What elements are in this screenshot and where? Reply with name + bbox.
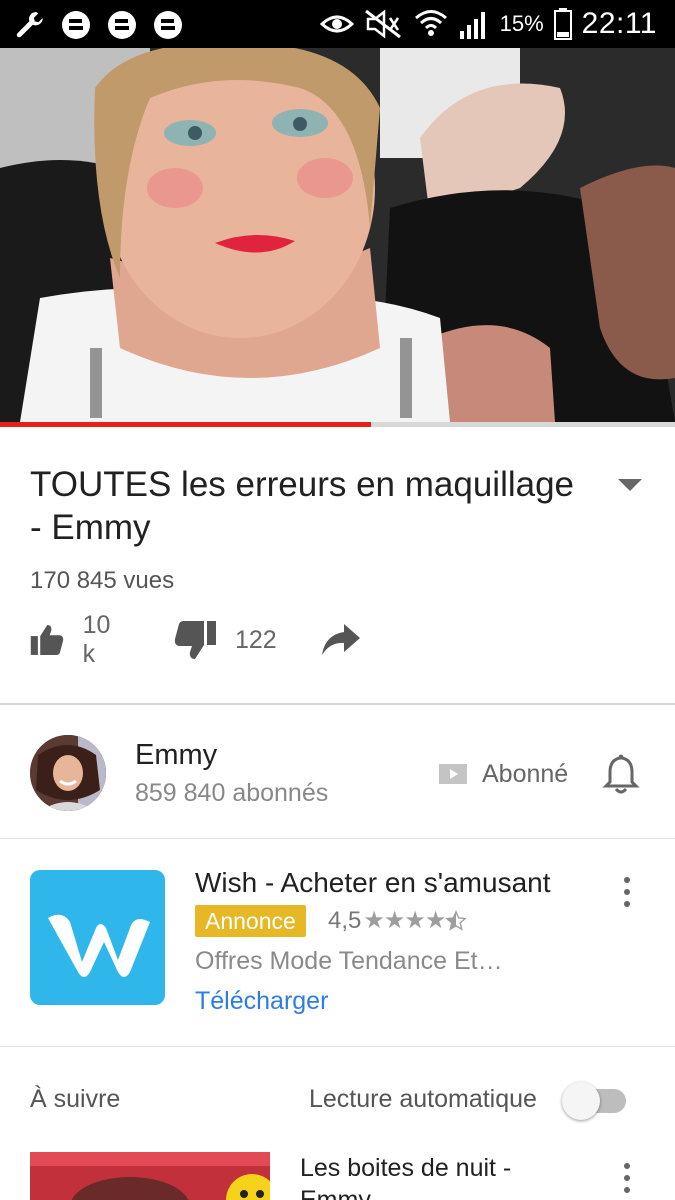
battery-icon	[553, 8, 572, 40]
thumbnail-image	[30, 1152, 270, 1200]
notification-icons	[14, 9, 184, 41]
signal-icon	[459, 12, 485, 39]
next-video-title[interactable]: Les boites de nuit - Emmy	[300, 1152, 560, 1200]
status-bar: 15% 22:11	[0, 0, 675, 48]
autoplay-label: Lecture automatique	[309, 1085, 537, 1113]
messenger-icon	[154, 11, 182, 39]
thumbs-up-icon	[30, 625, 64, 655]
messenger-icon	[62, 11, 90, 39]
system-icons: 15% 22:11	[319, 6, 657, 42]
mute-icon	[364, 9, 401, 39]
wifi-icon	[414, 10, 447, 36]
view-count: 170 845 vues	[30, 567, 175, 594]
messenger-icon	[108, 11, 136, 39]
divider	[0, 838, 675, 839]
channel-avatar[interactable]	[30, 735, 106, 811]
ad-rating: 4,5 ★★★★	[328, 905, 468, 937]
subscribe-label: Abonné	[482, 759, 569, 788]
autoplay-toggle-knob	[562, 1082, 600, 1120]
dislike-button[interactable]: 122	[173, 614, 277, 666]
ad-description: Offres Mode Tendance Et…	[195, 947, 503, 975]
share-icon	[322, 624, 360, 655]
battery-percent: 15%	[499, 11, 544, 36]
wrench-icon	[16, 12, 43, 38]
avatar-image	[30, 735, 106, 811]
autoplay-toggle[interactable]	[562, 1082, 628, 1120]
ad-menu-button[interactable]	[617, 872, 637, 912]
playback-progress[interactable]	[0, 422, 675, 427]
channel-name[interactable]: Emmy	[135, 739, 217, 772]
divider	[0, 703, 675, 705]
like-button[interactable]: 10 k	[30, 611, 120, 668]
subscriber-count: 859 840 abonnés	[135, 779, 329, 807]
dislike-count: 122	[235, 625, 277, 654]
playback-progress-fill	[0, 422, 372, 427]
half-star-icon	[445, 910, 468, 931]
thumbs-down-icon	[174, 621, 216, 659]
next-video-menu-button[interactable]	[617, 1158, 637, 1198]
eye-icon	[319, 15, 354, 33]
ad-install-link[interactable]: Télécharger	[195, 987, 328, 1016]
ad-app-logo[interactable]	[30, 870, 165, 1005]
ad-title[interactable]: Wish - Acheter en s'amusant	[195, 867, 551, 899]
wish-logo-icon	[48, 914, 150, 977]
like-count: 10 k	[82, 611, 111, 668]
expand-details-icon[interactable]	[612, 472, 648, 496]
up-next-label: À suivre	[30, 1085, 121, 1113]
clock: 22:11	[581, 7, 657, 40]
share-button[interactable]	[320, 614, 362, 666]
next-video-thumbnail[interactable]	[30, 1152, 270, 1200]
rating-stars-icon: ★★★★	[363, 907, 446, 934]
video-player[interactable]	[0, 48, 675, 422]
subscribed-icon	[439, 764, 467, 784]
notification-bell-icon[interactable]	[600, 752, 642, 796]
video-frame	[0, 48, 675, 422]
divider	[0, 1046, 675, 1047]
video-title: TOUTES les erreurs en maquillage - Emmy	[30, 465, 575, 547]
ad-rating-value: 4,5	[328, 907, 362, 934]
subscribe-button[interactable]: Abonné	[438, 754, 568, 794]
ad-badge: Annonce	[195, 905, 306, 937]
